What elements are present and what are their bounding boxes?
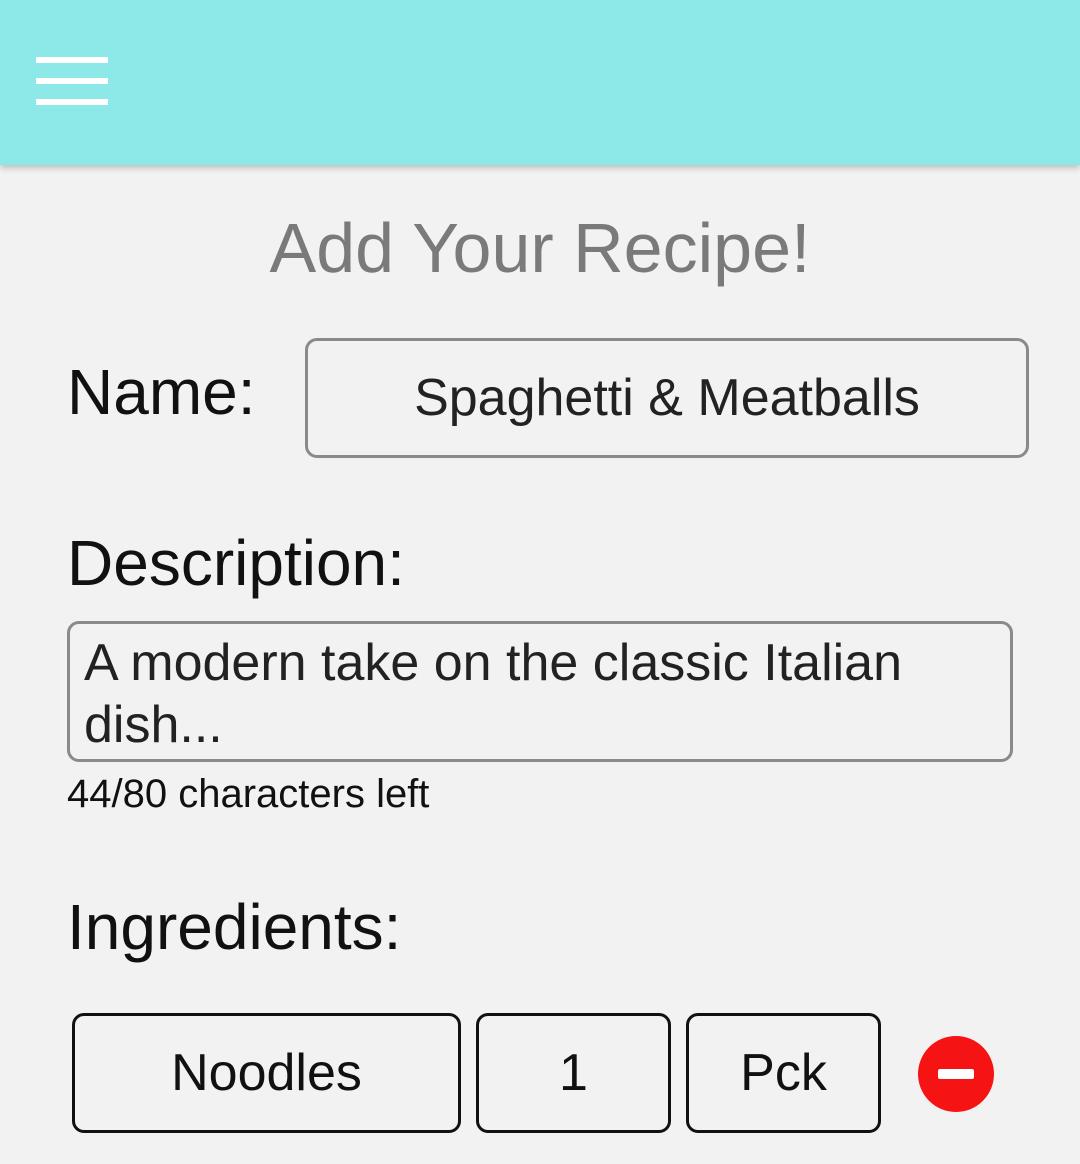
- hamburger-menu-icon[interactable]: [36, 57, 108, 107]
- description-label: Description:: [67, 527, 405, 599]
- menu-line: [36, 78, 108, 84]
- ingredient-quantity-input[interactable]: 1: [476, 1013, 671, 1133]
- page-title: Add Your Recipe!: [269, 209, 811, 287]
- recipe-name-input[interactable]: Spaghetti & Meatballs: [305, 338, 1029, 458]
- ingredient-name-input[interactable]: Noodles: [72, 1013, 461, 1133]
- character-count: 44/80 characters left: [67, 772, 430, 816]
- menu-line: [36, 99, 108, 105]
- app-bar: [0, 0, 1080, 165]
- minus-circle-icon[interactable]: [918, 1036, 994, 1112]
- recipe-description-input[interactable]: A modern take on the classic Italian dis…: [67, 621, 1013, 762]
- ingredients-label: Ingredients:: [67, 891, 402, 963]
- menu-line: [36, 57, 108, 63]
- minus-bar: [938, 1069, 974, 1079]
- ingredient-unit-input[interactable]: Pck: [686, 1013, 881, 1133]
- name-label: Name:: [67, 356, 256, 428]
